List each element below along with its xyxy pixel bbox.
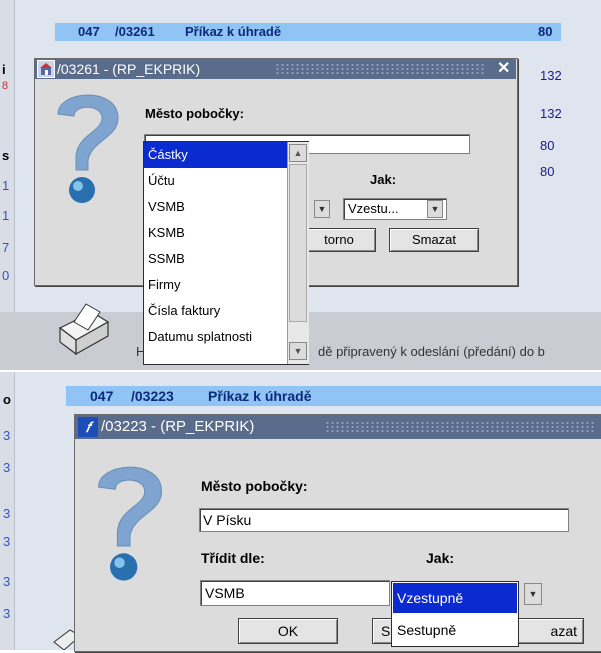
left-fragment: o: [3, 392, 11, 407]
scroll-down-icon[interactable]: ▼: [289, 342, 307, 360]
left-fragment: 3: [3, 460, 11, 475]
left-fragment: 1: [2, 178, 10, 193]
scroll-thumb[interactable]: [289, 164, 307, 322]
sort-option[interactable]: KSMB: [144, 220, 287, 246]
app-logo-icon: 𝑓: [78, 417, 98, 437]
sort-option[interactable]: VSMB: [144, 194, 287, 220]
clear-button[interactable]: Smazat: [389, 228, 479, 252]
bottom-header-id-prefix: 047: [90, 388, 114, 404]
titlebar-pattern: [325, 421, 595, 434]
bottom-header-title: Příkaz k úhradě: [208, 388, 312, 404]
scroll-up-icon[interactable]: ▲: [289, 144, 307, 162]
sort-select[interactable]: VSMB: [200, 580, 390, 606]
close-icon[interactable]: ✕: [497, 59, 510, 79]
bottom-header-id-suffix: /03223: [131, 388, 174, 404]
top-header-value: 80: [538, 24, 553, 39]
app-icon: [37, 60, 55, 78]
ok-button-label: OK: [277, 623, 299, 639]
row-value: 132: [540, 106, 562, 121]
sort-dropdown-arrow[interactable]: ▼: [314, 200, 330, 218]
left-fragment: 3: [3, 428, 11, 443]
ok-button[interactable]: OK: [238, 618, 338, 644]
sort-option[interactable]: Účtu: [144, 168, 287, 194]
how-label: Jak:: [426, 550, 455, 566]
chevron-down-icon[interactable]: ▼: [524, 583, 542, 605]
left-fragment: 8: [2, 80, 9, 92]
top-header-id-suffix: /03261: [115, 24, 155, 39]
sort-option-selected[interactable]: Částky: [144, 142, 287, 168]
left-fragment: 0: [2, 268, 10, 283]
sort-listbox[interactable]: Částky Účtu VSMB KSMB SSMB Firmy Čísla f…: [143, 141, 309, 365]
sort-by-label: Třídit dle:: [201, 550, 265, 566]
left-fragment: i: [2, 62, 6, 77]
sort-option[interactable]: Datumu splatnosti: [144, 324, 287, 350]
left-fragment: s: [2, 148, 10, 163]
how-label: Jak:: [370, 172, 397, 187]
sort-option[interactable]: Firmy: [144, 272, 287, 298]
row-value: 80: [540, 138, 555, 153]
city-label: Město pobočky:: [145, 106, 244, 121]
how-listbox[interactable]: Vzestupně Sestupně: [391, 581, 519, 647]
left-fragment: 3: [3, 606, 11, 621]
clear-button-label: azat: [550, 623, 577, 639]
how-option[interactable]: Sestupně: [393, 615, 517, 645]
row-value: 132: [540, 68, 562, 83]
sort-option[interactable]: SSMB: [144, 246, 287, 272]
row-value: 80: [540, 164, 555, 179]
left-fragment: 3: [3, 574, 11, 589]
bottom-dialog-titlebar[interactable]: 𝑓 /03223 - (RP_EKPRIK): [75, 415, 601, 439]
listbox-scrollbar[interactable]: ▲ ▼: [287, 142, 309, 364]
sort-options: Částky Účtu VSMB KSMB SSMB Firmy Čísla f…: [144, 142, 287, 350]
top-header-title: Příkaz k úhradě: [185, 24, 282, 39]
printer-icon: [52, 300, 112, 358]
city-label: Město pobočky:: [201, 478, 308, 494]
city-input[interactable]: V Písku: [199, 508, 569, 532]
status-text: dě připravený k odeslání (předání) do b: [318, 344, 545, 359]
left-fragment: 1: [2, 208, 10, 223]
titlebar-pattern: [275, 63, 485, 75]
question-icon: [48, 86, 128, 219]
top-dialog-title: /03261 - (RP_EKPRIK): [57, 61, 201, 77]
left-fragment: 3: [3, 534, 11, 549]
storno-button-label: torno: [324, 232, 354, 247]
top-header-id-prefix: 047: [78, 24, 100, 39]
top-dialog-titlebar[interactable]: /03261 - (RP_EKPRIK) ✕: [35, 59, 516, 79]
how-select-value: Vzestu...: [348, 201, 399, 216]
clear-button-label: Smazat: [411, 232, 457, 247]
left-fragment: 7: [2, 240, 10, 255]
left-fragment: 3: [3, 506, 11, 521]
storno-button[interactable]: torno: [302, 228, 376, 252]
chevron-down-icon[interactable]: ▼: [427, 200, 443, 218]
partial-button-label: S: [381, 623, 391, 639]
sort-option[interactable]: Čísla faktury: [144, 298, 287, 324]
how-option-selected[interactable]: Vzestupně: [393, 583, 517, 613]
sort-select-value: VSMB: [205, 585, 245, 601]
question-icon: [88, 456, 172, 599]
bottom-dialog-title: /03223 - (RP_EKPRIK): [101, 418, 255, 435]
